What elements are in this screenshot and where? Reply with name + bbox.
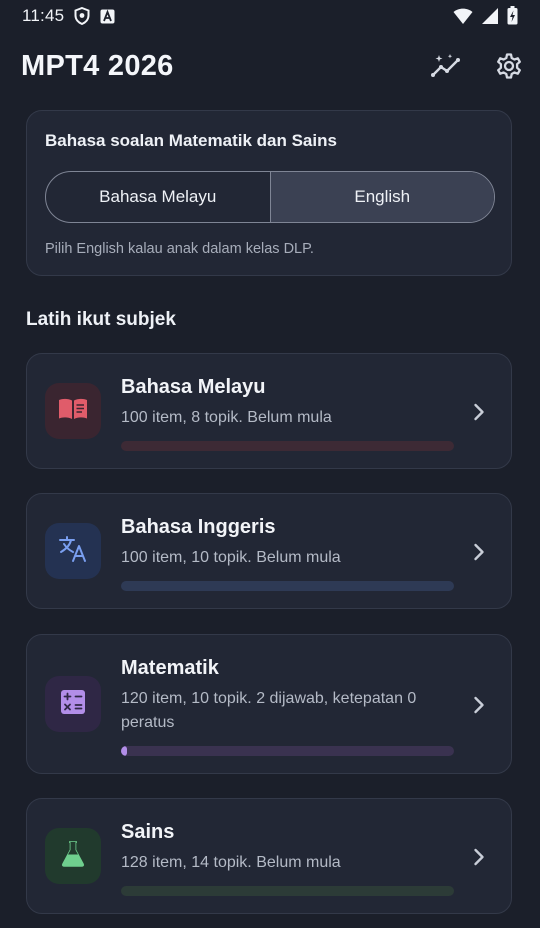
app-notification-icon <box>100 9 115 29</box>
subject-progress-bar <box>121 746 454 756</box>
subject-progress-bar <box>121 441 454 451</box>
stats-trend-icon <box>430 52 462 85</box>
subject-description: 100 item, 8 topik. Belum mula <box>121 409 332 426</box>
stats-button[interactable] <box>428 50 464 86</box>
battery-charging-icon <box>507 6 518 30</box>
chevron-right-icon <box>469 847 489 867</box>
translate-icon <box>58 535 88 568</box>
language-option-english[interactable]: English <box>270 172 494 222</box>
subject-name: Bahasa Inggeris <box>121 516 276 538</box>
subject-description: 100 item, 10 topik. Belum mula <box>121 549 341 566</box>
chevron-right-icon <box>469 542 489 562</box>
language-option-bahasa-melayu[interactable]: Bahasa Melayu <box>46 172 271 222</box>
subject-icon-tile <box>45 828 101 884</box>
question-language-card: Bahasa soalan Matematik dan Sains Bahasa… <box>26 110 512 276</box>
status-bar: 11:45 <box>0 0 540 34</box>
subject-icon-tile <box>45 523 101 579</box>
subject-progress-bar <box>121 886 454 896</box>
subject-progress-fill <box>121 746 127 756</box>
subject-icon-tile <box>45 676 101 732</box>
subject-card-sains[interactable]: Sains 128 item, 14 topik. Belum mula <box>26 798 512 914</box>
app-screen: 11:45 MPT4 2026 Bahasa soalan Matematik … <box>0 0 540 928</box>
status-time: 11:45 <box>22 6 65 25</box>
shield-icon <box>74 6 90 30</box>
wifi-icon <box>453 7 473 30</box>
subject-description: 120 item, 10 topik. 2 dijawab, ketepatan… <box>121 690 417 731</box>
subject-name: Bahasa Melayu <box>121 376 266 398</box>
page-title: MPT4 2026 <box>21 50 174 82</box>
subject-name: Matematik <box>121 657 219 679</box>
subject-progress-bar <box>121 581 454 591</box>
subject-description: 128 item, 14 topik. Belum mula <box>121 854 341 871</box>
subject-card-bahasa-inggeris[interactable]: Bahasa Inggeris 100 item, 10 topik. Belu… <box>26 493 512 609</box>
subject-icon-tile <box>45 383 101 439</box>
gear-icon <box>495 52 523 85</box>
settings-button[interactable] <box>491 50 527 86</box>
calculator-icon <box>60 689 86 720</box>
signal-icon <box>481 7 499 30</box>
chevron-right-icon <box>469 402 489 422</box>
language-toggle: Bahasa Melayu English <box>45 171 495 223</box>
subject-name: Sains <box>121 821 175 843</box>
status-left-icons <box>74 6 115 30</box>
flask-icon <box>61 840 85 872</box>
status-right-icons <box>453 6 518 30</box>
section-title: Latih ikut subjek <box>26 309 176 330</box>
chevron-right-icon <box>469 695 489 715</box>
subject-card-matematik[interactable]: Matematik 120 item, 10 topik. 2 dijawab,… <box>26 634 512 774</box>
subject-card-bahasa-melayu[interactable]: Bahasa Melayu 100 item, 8 topik. Belum m… <box>26 353 512 469</box>
language-hint: Pilih English kalau anak dalam kelas DLP… <box>45 241 314 257</box>
language-card-title: Bahasa soalan Matematik dan Sains <box>45 131 337 150</box>
book-icon <box>58 397 88 426</box>
